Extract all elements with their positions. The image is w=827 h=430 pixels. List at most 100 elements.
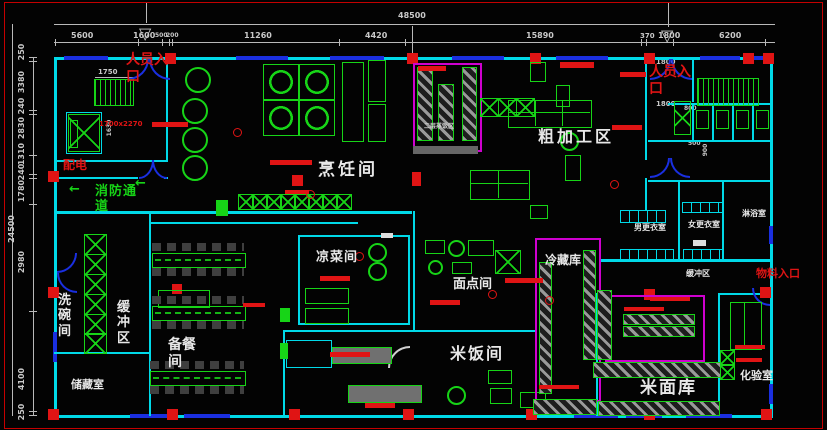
equipment-dishwasher — [84, 294, 107, 315]
door-direction-marker: ▽ — [661, 28, 673, 44]
equipment-unit — [720, 365, 735, 380]
shelf-hatch — [438, 84, 454, 141]
wall-segment — [413, 211, 415, 330]
annotation-fire-passage: 消防通道 — [95, 184, 139, 215]
dimension-tick — [29, 411, 37, 412]
callout-circle — [233, 128, 242, 137]
wall-segment — [298, 235, 300, 325]
equipment-wok-station — [263, 64, 299, 100]
wall-segment — [712, 103, 714, 140]
window — [64, 56, 108, 60]
column-marker — [743, 53, 754, 64]
staircase — [697, 78, 759, 106]
table-centerline — [155, 259, 241, 261]
equipment-tag — [624, 307, 664, 311]
equipment-dishwasher — [84, 254, 107, 275]
dimension-tick — [29, 174, 37, 175]
equipment-door-panel — [280, 308, 290, 322]
extension-line — [146, 3, 147, 23]
duct-shaft — [674, 101, 691, 135]
wall-segment — [722, 180, 724, 259]
equipment-counter — [305, 288, 349, 304]
wall-segment — [645, 178, 647, 211]
column-marker — [644, 53, 655, 64]
equipment-worktable — [508, 100, 592, 128]
wall-segment — [692, 103, 694, 140]
dimension-tick — [405, 39, 406, 46]
dimension-tick — [29, 57, 37, 58]
dim-total-height: 24500 — [8, 209, 16, 249]
column-marker — [48, 171, 59, 182]
chair-row — [152, 296, 244, 304]
locker-row — [620, 210, 666, 223]
room-label-men-changing: 男更衣室 — [634, 223, 666, 232]
room-label-buffer-small: 缓冲区 — [686, 269, 710, 278]
equipment-kettle — [182, 127, 208, 153]
window — [769, 226, 773, 244]
equipment-kettle — [182, 155, 208, 181]
window — [769, 384, 773, 404]
equipment-wok-station — [263, 100, 299, 136]
equipment-tag — [320, 276, 350, 281]
column-marker — [48, 409, 59, 420]
equipment-cooker — [447, 386, 466, 405]
equipment-tag — [418, 66, 446, 71]
shelf-hatch — [583, 250, 596, 360]
equipment-lab-bench — [730, 302, 762, 350]
shelf-hatch — [623, 326, 695, 337]
dimension-tick — [646, 39, 647, 46]
room-label-cold-storage: 冷藏库 — [545, 253, 581, 267]
door-direction-marker: ▽ — [139, 26, 151, 42]
equipment-tag — [735, 345, 765, 349]
callout-circle — [610, 180, 619, 189]
elevator-door — [70, 120, 78, 148]
equipment-cabinet — [368, 60, 386, 102]
dim-text: 1780 — [18, 177, 26, 205]
equipment-kettle — [182, 98, 208, 124]
room-label-dishwashing: 洗碗间 — [58, 293, 75, 339]
equipment-dishwasher — [84, 274, 107, 295]
callout-circle — [545, 296, 554, 305]
annotation-power: 配电 — [63, 158, 87, 172]
equipment-tag — [365, 403, 395, 408]
dimension-line — [54, 24, 775, 25]
equipment-oven — [495, 250, 521, 274]
column-marker — [167, 409, 178, 420]
equipment-tag — [560, 62, 594, 68]
dim-stair: 1750 — [98, 69, 117, 76]
room-label-pastry: 面点间 — [453, 277, 492, 292]
dim-text: 2830 — [18, 114, 26, 142]
dimension-tick — [172, 39, 173, 46]
chair-row — [152, 268, 244, 276]
dimension-tick — [765, 39, 766, 46]
column-marker — [760, 287, 771, 298]
column-marker — [289, 409, 300, 420]
shelf-hatch — [462, 67, 477, 141]
equipment-tag — [612, 125, 642, 130]
equipment-tag — [505, 278, 543, 283]
equipment-unit — [468, 240, 494, 256]
equipment-door-panel — [280, 343, 288, 359]
equipment-basin — [368, 243, 387, 262]
equipment-lab-bench-line — [744, 302, 745, 348]
annotation-elevator-size: 1700x2270 — [99, 120, 142, 128]
dim-text: 250 — [18, 398, 26, 426]
dimension-tick — [162, 39, 163, 46]
table-centerline — [155, 312, 241, 314]
arrow-left-icon: ← — [69, 182, 80, 197]
dimension-tick — [169, 39, 170, 46]
window — [184, 414, 230, 418]
arrow-left-icon: ← — [135, 176, 146, 191]
chair-row — [152, 321, 244, 329]
equipment-cabinet — [368, 104, 386, 142]
equipment-counter — [286, 340, 332, 368]
window — [236, 56, 288, 60]
equipment-range — [336, 194, 352, 210]
callout-circle — [306, 190, 315, 199]
equipment-tag — [650, 297, 690, 301]
equipment-wok-station — [299, 100, 335, 136]
room-label-steam-area: 二层蒸饭区 — [424, 123, 464, 130]
window — [53, 332, 57, 362]
toilet-fixture — [756, 110, 769, 129]
room-label-prep: 备餐间 — [168, 337, 202, 370]
